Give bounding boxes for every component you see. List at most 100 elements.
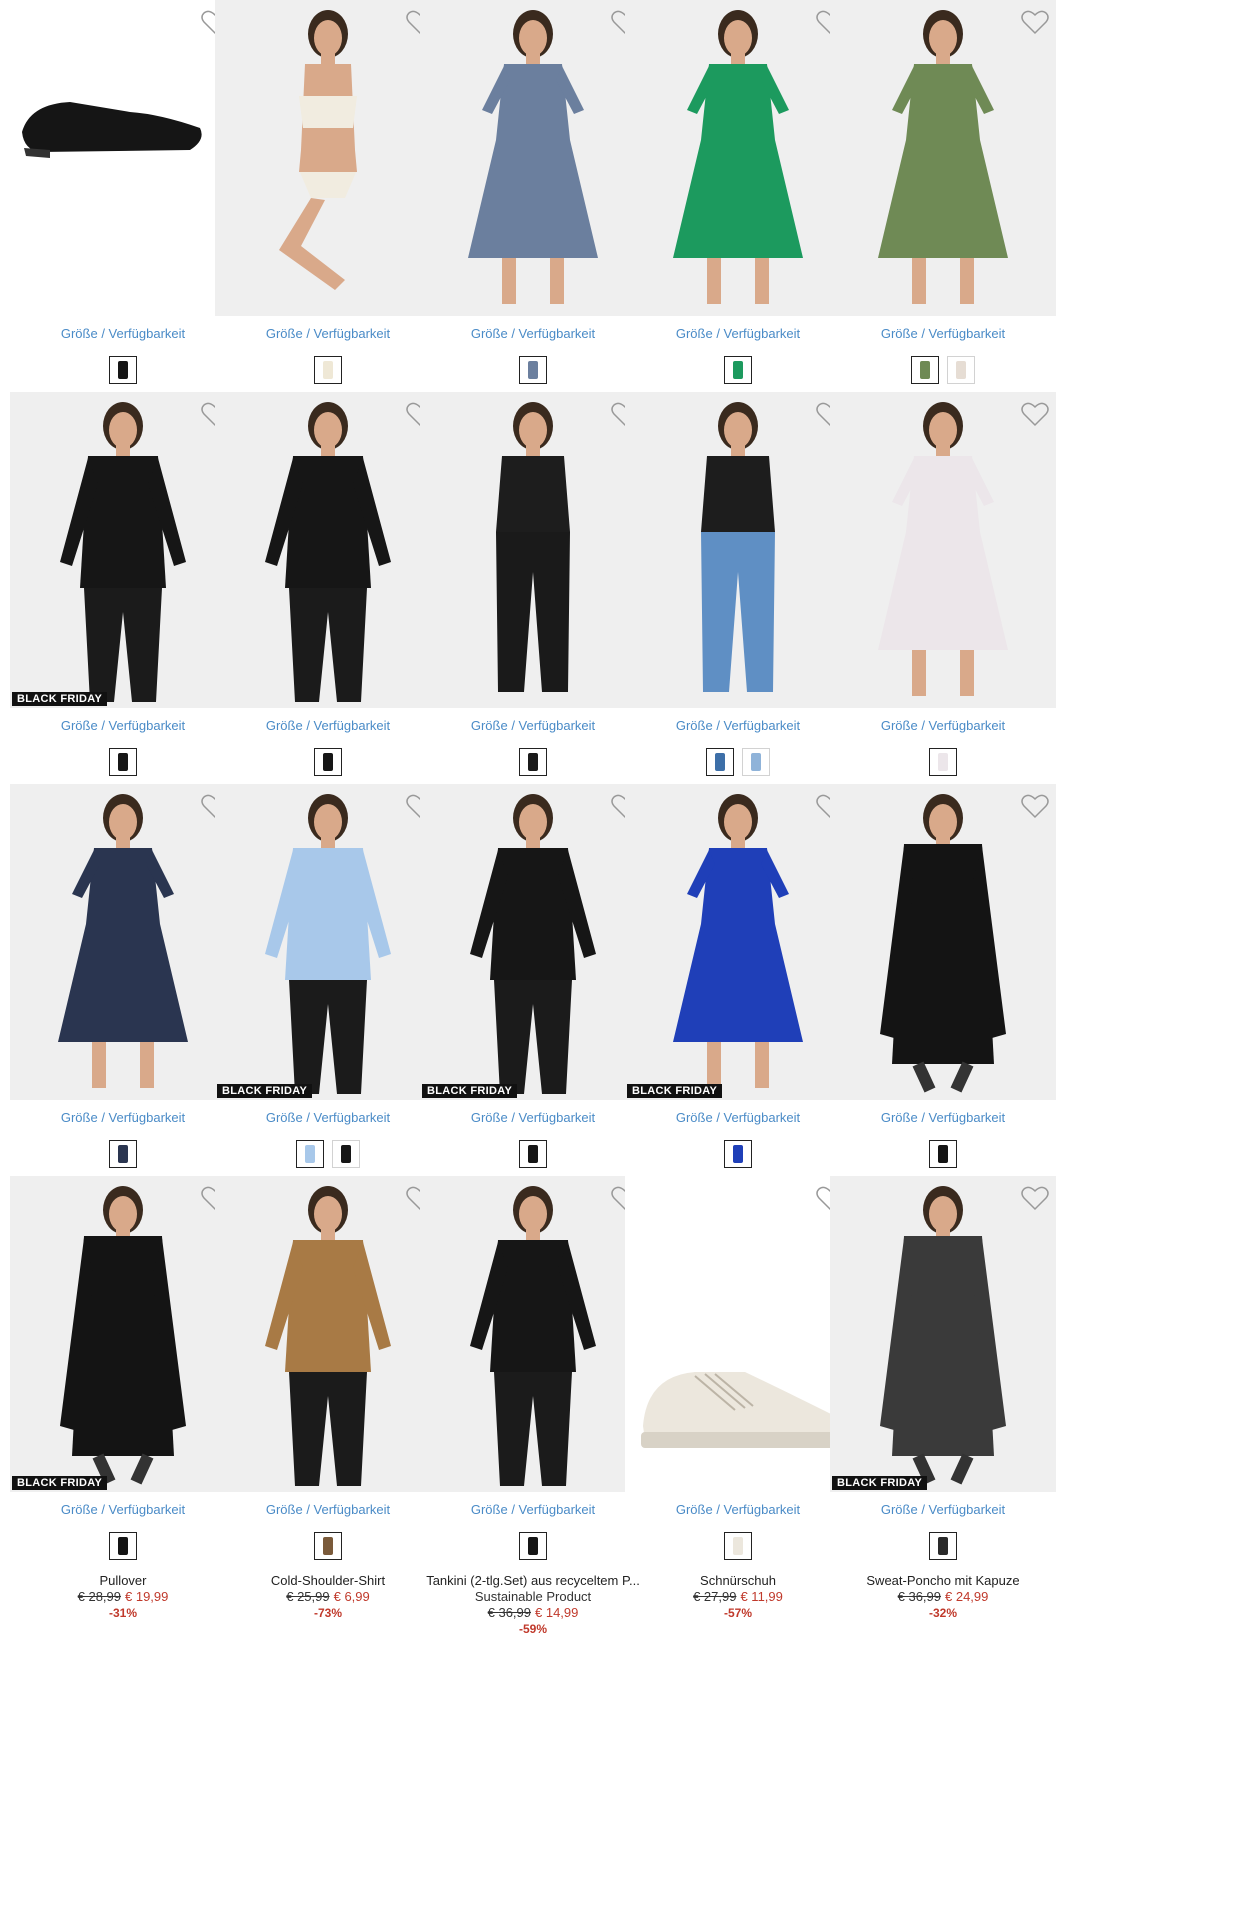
product-image[interactable] bbox=[625, 0, 851, 316]
sale-price: € 6,99 bbox=[333, 1589, 370, 1604]
product-image[interactable] bbox=[830, 392, 1056, 708]
product-image[interactable] bbox=[830, 784, 1056, 1100]
color-swatches bbox=[420, 1140, 646, 1170]
color-swatch[interactable] bbox=[519, 1140, 547, 1168]
product-card[interactable]: Größe / Verfügbarkeit Schnürschuh € 27,99 €… bbox=[625, 1176, 851, 1646]
color-swatches bbox=[420, 1532, 646, 1562]
product-image[interactable] bbox=[10, 0, 236, 316]
wishlist-heart-icon[interactable] bbox=[1020, 8, 1050, 36]
color-swatches bbox=[215, 1532, 441, 1562]
color-swatch[interactable] bbox=[314, 356, 342, 384]
size-availability-link[interactable]: Größe / Verfügbarkeit bbox=[830, 326, 1056, 341]
product-image[interactable] bbox=[420, 0, 646, 316]
color-swatch[interactable] bbox=[109, 1140, 137, 1168]
color-swatch[interactable] bbox=[724, 356, 752, 384]
size-availability-link[interactable]: Größe / Verfügbarkeit bbox=[215, 326, 441, 341]
color-swatches bbox=[215, 356, 441, 386]
product-card[interactable]: Größe / Verfügbarkeit Tankini (2-tlg.Set)… bbox=[420, 1176, 646, 1646]
product-image[interactable] bbox=[420, 392, 646, 708]
sustainable-label: Sustainable Product bbox=[474, 1589, 592, 1604]
black-friday-badge: BLACK FRIDAY bbox=[12, 1476, 108, 1490]
color-swatch[interactable] bbox=[724, 1532, 752, 1560]
product-title[interactable]: Sweat-Poncho mit Kapuze bbox=[830, 1573, 1056, 1588]
color-swatch[interactable] bbox=[296, 1140, 324, 1168]
color-swatch[interactable] bbox=[724, 1140, 752, 1168]
color-swatch[interactable] bbox=[519, 748, 547, 776]
size-availability-link[interactable]: Größe / Verfügbarkeit bbox=[420, 1110, 646, 1125]
product-image[interactable]: BLACK FRIDAY bbox=[420, 784, 646, 1100]
product-image[interactable] bbox=[215, 0, 441, 316]
size-availability-link[interactable]: Größe / Verfügbarkeit bbox=[215, 1502, 441, 1517]
size-availability-link[interactable]: Größe / Verfügbarkeit bbox=[625, 326, 851, 341]
product-image[interactable] bbox=[215, 1176, 441, 1492]
color-swatch[interactable] bbox=[519, 1532, 547, 1560]
color-swatch[interactable] bbox=[706, 748, 734, 776]
product-card[interactable]: Größe / Verfügbarkeit Cold-Shoulder-Shirt… bbox=[215, 1176, 441, 1646]
color-swatch[interactable] bbox=[109, 748, 137, 776]
product-image[interactable]: BLACK FRIDAY bbox=[10, 1176, 236, 1492]
discount-label: -73% bbox=[313, 1606, 342, 1620]
size-availability-link[interactable]: Größe / Verfügbarkeit bbox=[10, 1502, 236, 1517]
color-swatches bbox=[215, 748, 441, 778]
color-swatches bbox=[830, 748, 1056, 778]
product-image[interactable] bbox=[10, 784, 236, 1100]
color-swatch[interactable] bbox=[929, 1532, 957, 1560]
product-image[interactable] bbox=[625, 1176, 851, 1492]
wishlist-heart-icon[interactable] bbox=[1020, 1184, 1050, 1212]
product-image[interactable] bbox=[420, 1176, 646, 1492]
color-swatches bbox=[830, 1532, 1056, 1562]
old-price: € 36,99 bbox=[487, 1605, 531, 1620]
size-availability-link[interactable]: Größe / Verfügbarkeit bbox=[10, 718, 236, 733]
size-availability-link[interactable]: Größe / Verfügbarkeit bbox=[10, 326, 236, 341]
color-swatch[interactable] bbox=[929, 748, 957, 776]
product-image[interactable]: BLACK FRIDAY bbox=[830, 1176, 1056, 1492]
product-image[interactable]: BLACK FRIDAY bbox=[10, 392, 236, 708]
size-availability-link[interactable]: Größe / Verfügbarkeit bbox=[625, 1502, 851, 1517]
color-swatches bbox=[625, 1532, 851, 1562]
sale-price: € 11,99 bbox=[740, 1589, 783, 1604]
size-availability-link[interactable]: Größe / Verfügbarkeit bbox=[830, 1502, 1056, 1517]
price-row: € 28,99 € 19,99 bbox=[10, 1589, 236, 1604]
color-swatch[interactable] bbox=[314, 1532, 342, 1560]
wishlist-heart-icon[interactable] bbox=[1020, 400, 1050, 428]
product-image[interactable] bbox=[215, 392, 441, 708]
color-swatch[interactable] bbox=[947, 356, 975, 384]
size-availability-link[interactable]: Größe / Verfügbarkeit bbox=[625, 1110, 851, 1125]
product-title[interactable]: Pullover bbox=[10, 1573, 236, 1588]
old-price: € 27,99 bbox=[693, 1589, 737, 1604]
product-image[interactable] bbox=[830, 0, 1056, 316]
product-card[interactable]: BLACK FRIDAY Größe / Verfügbarkeit Sweat-P… bbox=[830, 1176, 1056, 1646]
size-availability-link[interactable]: Größe / Verfügbarkeit bbox=[10, 1110, 236, 1125]
color-swatch[interactable] bbox=[742, 748, 770, 776]
product-title[interactable]: Cold-Shoulder-Shirt bbox=[215, 1573, 441, 1588]
product-image[interactable] bbox=[625, 392, 851, 708]
size-availability-link[interactable]: Größe / Verfügbarkeit bbox=[420, 1502, 646, 1517]
color-swatch[interactable] bbox=[109, 1532, 137, 1560]
color-swatch[interactable] bbox=[519, 356, 547, 384]
size-availability-link[interactable]: Größe / Verfügbarkeit bbox=[420, 326, 646, 341]
product-card[interactable]: BLACK FRIDAY Größe / Verfügbarkeit Pullove… bbox=[10, 1176, 236, 1646]
black-friday-badge: BLACK FRIDAY bbox=[422, 1084, 518, 1098]
color-swatches bbox=[10, 1532, 236, 1562]
product-title[interactable]: Tankini (2-tlg.Set) aus recyceltem P... bbox=[420, 1573, 646, 1588]
product-image[interactable]: BLACK FRIDAY bbox=[625, 784, 851, 1100]
size-availability-link[interactable]: Größe / Verfügbarkeit bbox=[420, 718, 646, 733]
wishlist-heart-icon[interactable] bbox=[1020, 792, 1050, 820]
color-swatch[interactable] bbox=[929, 1140, 957, 1168]
price-row: € 25,99 € 6,99 bbox=[215, 1589, 441, 1604]
color-swatch[interactable] bbox=[332, 1140, 360, 1168]
color-swatch[interactable] bbox=[911, 356, 939, 384]
black-friday-badge: BLACK FRIDAY bbox=[627, 1084, 723, 1098]
size-availability-link[interactable]: Größe / Verfügbarkeit bbox=[830, 718, 1056, 733]
product-image[interactable]: BLACK FRIDAY bbox=[215, 784, 441, 1100]
size-availability-link[interactable]: Größe / Verfügbarkeit bbox=[215, 718, 441, 733]
size-availability-link[interactable]: Größe / Verfügbarkeit bbox=[830, 1110, 1056, 1125]
color-swatches bbox=[420, 356, 646, 386]
black-friday-badge: BLACK FRIDAY bbox=[217, 1084, 313, 1098]
color-swatch[interactable] bbox=[109, 356, 137, 384]
size-availability-link[interactable]: Größe / Verfügbarkeit bbox=[215, 1110, 441, 1125]
product-title[interactable]: Schnürschuh bbox=[625, 1573, 851, 1588]
size-availability-link[interactable]: Größe / Verfügbarkeit bbox=[625, 718, 851, 733]
color-swatches bbox=[10, 356, 236, 386]
color-swatch[interactable] bbox=[314, 748, 342, 776]
